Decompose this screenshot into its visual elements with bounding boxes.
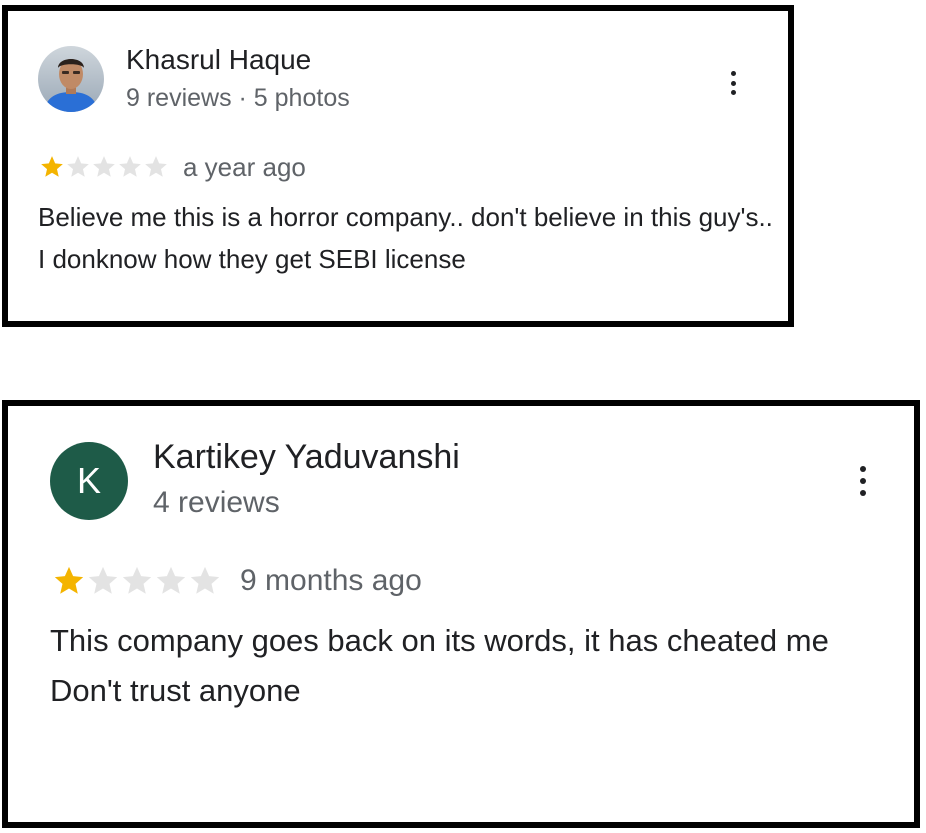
star-empty-icon — [88, 566, 118, 594]
rating-row: a year ago — [39, 151, 306, 183]
star-empty-icon — [190, 566, 220, 594]
reviewer-avatar[interactable]: K — [50, 442, 128, 520]
review-time: a year ago — [183, 151, 306, 182]
star-empty-icon — [119, 156, 141, 177]
reviewer-avatar[interactable] — [38, 46, 104, 112]
star-empty-icon — [156, 566, 186, 594]
rating-row: 9 months ago — [52, 561, 422, 601]
more-vert-icon[interactable] — [727, 71, 739, 95]
reviewer-meta: 9 reviews · 5 photos — [126, 84, 350, 112]
star-empty-icon — [67, 156, 89, 177]
reviewer-name[interactable]: Khasrul Haque — [126, 44, 311, 76]
review-card: Khasrul Haque 9 reviews · 5 photos a yea… — [2, 5, 794, 327]
star-empty-icon — [122, 566, 152, 594]
star-rating — [52, 564, 222, 598]
review-text: Believe me this is a horror company.. do… — [38, 202, 773, 274]
reviewer-meta: 4 reviews — [153, 486, 280, 519]
review-text: This company goes back on its words, it … — [50, 623, 829, 708]
more-vert-icon[interactable] — [857, 466, 869, 496]
reviewer-name[interactable]: Kartikey Yaduvanshi — [153, 438, 460, 477]
review-time: 9 months ago — [240, 564, 422, 597]
star-filled-icon — [41, 156, 63, 177]
star-empty-icon — [145, 156, 167, 177]
star-rating — [39, 154, 169, 180]
star-empty-icon — [93, 156, 115, 177]
star-filled-icon — [54, 566, 84, 594]
review-card: K Kartikey Yaduvanshi 4 reviews 9 months… — [2, 400, 920, 828]
avatar-letter: K — [76, 460, 101, 501]
avatar-photo-icon — [38, 46, 104, 112]
